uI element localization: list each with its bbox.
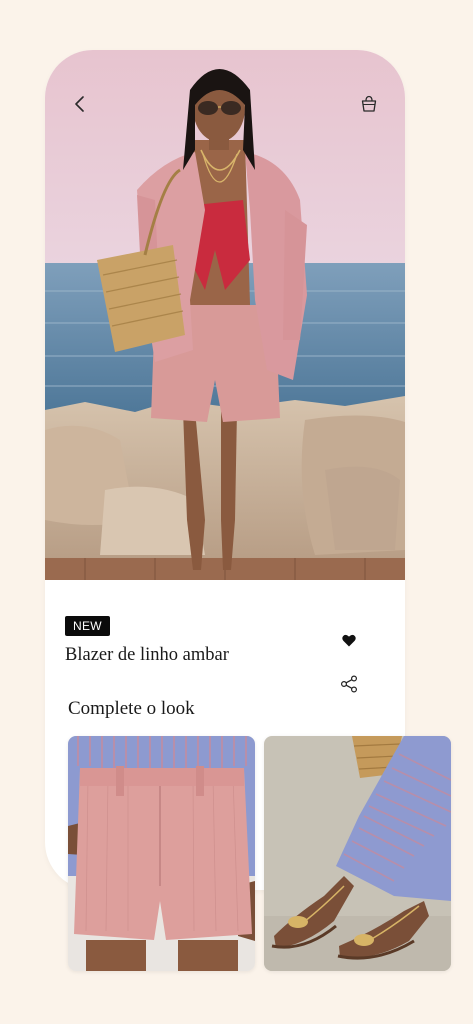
complete-look-item-shorts[interactable] — [68, 736, 255, 971]
complete-look-title: Complete o look — [68, 698, 195, 719]
shorts-image — [68, 736, 255, 971]
product-title: Blazer de linho ambar — [65, 645, 229, 665]
shopping-bag-button[interactable] — [355, 90, 383, 118]
share-button[interactable] — [337, 674, 361, 698]
product-hero-image — [45, 50, 405, 580]
shopping-bag-icon — [360, 95, 378, 113]
chevron-left-icon — [74, 96, 86, 112]
complete-look-item-sandals[interactable] — [264, 736, 451, 971]
new-badge: NEW — [65, 616, 110, 636]
back-button[interactable] — [66, 90, 94, 118]
sandals-image — [264, 736, 451, 971]
favorite-button[interactable] — [338, 632, 360, 654]
share-icon — [340, 674, 358, 698]
heart-icon — [342, 634, 356, 652]
